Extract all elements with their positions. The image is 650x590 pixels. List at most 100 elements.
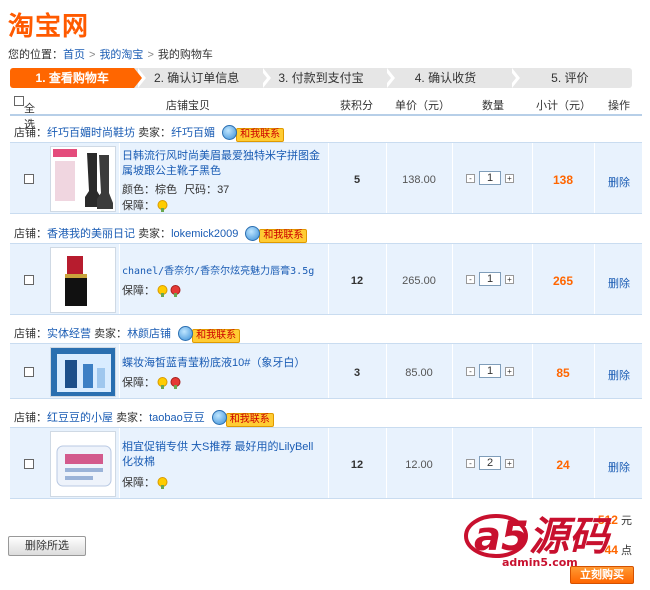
seller-name-link[interactable]: 林颜店铺	[127, 328, 171, 340]
header-action: 操作	[608, 100, 630, 112]
select-all-checkbox[interactable]	[14, 96, 24, 107]
quantity-decrease-button[interactable]: -	[466, 274, 475, 284]
chat-bubble-icon	[211, 410, 227, 426]
header-unit-price: 单价（元）	[395, 100, 450, 112]
item-points: 12	[350, 459, 364, 471]
shop-line: 店铺：纤巧百媚时尚鞋坊 卖家：纤巧百媚 和我联系	[14, 125, 285, 143]
header-points: 获积分	[340, 100, 373, 112]
consumer-guarantee-icon[interactable]	[157, 477, 168, 490]
contact-seller-button[interactable]: 和我联系	[211, 410, 274, 428]
product-title-link[interactable]: chanel/香奈尔/香奈尔炫亮魅力唇膏3.5g	[122, 264, 322, 279]
cart-item: 日韩流行风时尚美眉最爱独特米字拼图金属坡跟公主靴子黑色 颜色：棕色 尺码：37 …	[10, 142, 642, 214]
product-thumbnail[interactable]	[50, 347, 116, 397]
svg-text:admin5.com: admin5.com	[502, 556, 578, 569]
product-title-link[interactable]: 日韩流行风时尚美眉最爱独特米字拼图金属坡跟公主靴子黑色	[122, 149, 322, 179]
seller-name-link[interactable]: taobao豆豆	[149, 412, 205, 424]
item-points: 12	[350, 275, 364, 287]
contact-seller-button[interactable]: 和我联系	[178, 326, 241, 344]
total-unit: 元	[621, 515, 632, 527]
product-thumbnail[interactable]	[50, 146, 116, 212]
item-unit-price: 265.00	[402, 275, 436, 287]
quantity-increase-button[interactable]: +	[505, 173, 514, 183]
delete-item-link[interactable]: 删除	[596, 275, 642, 291]
delete-item-link[interactable]: 删除	[596, 367, 642, 383]
item-points: 3	[353, 367, 361, 379]
seller-name-link[interactable]: 纤巧百媚	[171, 127, 215, 139]
guarantee-row: 保障：	[122, 374, 181, 390]
quantity-increase-button[interactable]: +	[505, 274, 514, 284]
item-points: 5	[353, 174, 361, 186]
consumer-guarantee-icon[interactable]	[157, 200, 168, 213]
svg-text:a5源码: a5源码	[474, 514, 612, 560]
shop-line: 店铺：香港我的美丽日记 卖家：lokemick2009 和我联系	[14, 226, 308, 244]
contact-seller-button[interactable]: 和我联系	[245, 226, 308, 244]
guarantee-row: 保障：	[122, 197, 168, 213]
authentic-guarantee-icon[interactable]	[170, 377, 181, 390]
item-subtotal: 265	[552, 274, 574, 288]
product-title-link[interactable]: 蝶妆海皙蓝青莹粉底液10#（象牙白）	[122, 356, 322, 371]
contact-seller-button[interactable]: 和我联系	[222, 125, 285, 143]
step-view-cart: 1. 查看购物车	[10, 68, 147, 88]
step-review: 5. 评价	[507, 68, 633, 88]
chat-bubble-icon	[245, 226, 261, 242]
item-checkbox[interactable]	[24, 174, 34, 184]
quantity-input[interactable]: 1	[479, 272, 501, 286]
breadcrumb-separator: >	[89, 49, 96, 61]
product-attributes: 颜色：棕色 尺码：37	[122, 184, 230, 196]
quantity-decrease-button[interactable]: -	[466, 458, 475, 468]
quantity-input[interactable]: 1	[479, 171, 501, 185]
shop-name-link[interactable]: 纤巧百媚时尚鞋坊	[47, 127, 135, 139]
item-checkbox[interactable]	[24, 275, 34, 285]
item-subtotal: 24	[556, 458, 570, 472]
quantity-input[interactable]: 1	[479, 364, 501, 378]
seller-name-link[interactable]: lokemick2009	[171, 228, 238, 240]
item-subtotal: 138	[552, 173, 574, 187]
delete-item-link[interactable]: 删除	[596, 459, 642, 475]
quantity-stepper: - 2 +	[466, 456, 514, 470]
breadcrumb: 您的位置：首页 > 我的淘宝 > 我的购物车	[8, 46, 213, 62]
breadcrumb-home-link[interactable]: 首页	[63, 49, 85, 61]
header-subtotal: 小计（元）	[536, 100, 591, 112]
consumer-guarantee-icon[interactable]	[157, 285, 168, 298]
quantity-stepper: - 1 +	[466, 171, 514, 185]
product-thumbnail[interactable]	[50, 431, 116, 497]
quantity-stepper: - 1 +	[466, 272, 514, 286]
a5-watermark-logo: a5源码 admin5.com	[460, 508, 620, 570]
product-title-link[interactable]: 相宜促销专供 大S推荐 最好用的LilyBell化妆棉	[122, 440, 322, 470]
select-all[interactable]: 全选	[14, 95, 35, 131]
quantity-input[interactable]: 2	[479, 456, 501, 470]
buy-now-button[interactable]: 立刻购买	[570, 566, 634, 584]
shop-name-link[interactable]: 实体经营	[47, 328, 91, 340]
authentic-guarantee-icon[interactable]	[170, 285, 181, 298]
delete-selected-button[interactable]: 删除所选	[8, 536, 86, 556]
product-thumbnail[interactable]	[50, 247, 116, 313]
breadcrumb-current: 我的购物车	[157, 49, 213, 61]
item-checkbox[interactable]	[24, 367, 34, 377]
shop-line: 店铺：红豆豆的小屋 卖家：taobao豆豆 和我联系	[14, 410, 274, 428]
consumer-guarantee-icon[interactable]	[157, 377, 168, 390]
chat-bubble-icon	[222, 125, 238, 141]
product-color: 棕色	[155, 184, 177, 196]
delete-item-link[interactable]: 删除	[596, 174, 642, 190]
quantity-increase-button[interactable]: +	[505, 366, 514, 376]
step-confirm-receipt: 4. 确认收货	[383, 68, 520, 88]
taobao-logo[interactable]: 淘宝网	[8, 6, 89, 43]
step-confirm-order: 2. 确认订单信息	[134, 68, 271, 88]
chat-bubble-icon	[178, 326, 194, 342]
quantity-decrease-button[interactable]: -	[466, 173, 475, 183]
guarantee-row: 保障：	[122, 282, 181, 298]
breadcrumb-my-taobao-link[interactable]: 我的淘宝	[99, 49, 143, 61]
quantity-decrease-button[interactable]: -	[466, 366, 475, 376]
header-quantity: 数量	[482, 100, 504, 112]
step-pay-alipay: 3. 付款到支付宝	[258, 68, 396, 88]
quantity-increase-button[interactable]: +	[505, 458, 514, 468]
item-checkbox[interactable]	[24, 459, 34, 469]
checkout-steps: 1. 查看购物车 2. 确认订单信息 3. 付款到支付宝 4. 确认收货 5. …	[10, 68, 633, 88]
shop-name-link[interactable]: 红豆豆的小屋	[47, 412, 113, 424]
cart-item: chanel/香奈尔/香奈尔炫亮魅力唇膏3.5g 保障： 12 265.00 -…	[10, 243, 642, 315]
header-item: 店铺宝贝	[166, 100, 210, 112]
product-size: 37	[217, 184, 230, 196]
shop-name-link[interactable]: 香港我的美丽日记	[47, 228, 135, 240]
guarantee-row: 保障：	[122, 474, 168, 490]
cart-item: 蝶妆海皙蓝青莹粉底液10#（象牙白） 保障： 3 85.00 - 1 + 85 …	[10, 343, 642, 399]
